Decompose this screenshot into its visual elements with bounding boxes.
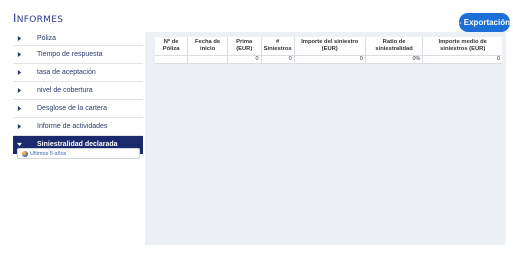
column-header[interactable]: Importe del siniestro (EUR) — [294, 37, 366, 56]
sidebar-item-desglose-de-la-cartera[interactable]: Desglose de la cartera — [13, 100, 143, 118]
sidebar-item-label: nivel de cobertura — [37, 87, 93, 94]
column-header[interactable]: Fecha de inicio — [187, 37, 228, 56]
column-header[interactable]: Nº de Póliza — [155, 37, 189, 56]
sidebar: Póliza Tiempo de respuesta tasa de acept… — [13, 32, 143, 154]
caret-right-icon — [17, 70, 25, 75]
sidebar-item-nivel-de-cobertura[interactable]: nivel de cobertura — [13, 82, 143, 100]
sidebar-item-label: Desglose de la cartera — [37, 105, 108, 112]
column-header[interactable]: Importe medio de siniestros (EUR) — [422, 37, 502, 56]
period-filter[interactable]: Ultimos 5 años — [17, 148, 140, 159]
sidebar-item-label: Póliza — [37, 35, 57, 42]
globe-icon — [22, 150, 28, 157]
sidebar-item-label: Siniestralidad declarada — [37, 141, 118, 148]
table-cell — [155, 55, 189, 64]
sidebar-item-informe-de-actividades[interactable]: Informe de actividades — [13, 118, 143, 136]
table-cell: 0 — [261, 55, 295, 64]
caret-right-icon — [17, 36, 25, 41]
table-cell: 0 — [294, 55, 366, 64]
table-row: 0 0 0 0% 0 — [155, 55, 502, 64]
caret-right-icon — [17, 124, 25, 129]
caret-right-icon — [17, 52, 25, 57]
caret-right-icon — [17, 106, 25, 111]
claims-table: Nº de Póliza Fecha de inicio Prima (EUR)… — [155, 37, 502, 64]
table-cell: 0% — [365, 55, 424, 64]
page-header: INFORMES Exportación — [0, 0, 513, 32]
table-header-row: Nº de Póliza Fecha de inicio Prima (EUR)… — [155, 37, 502, 56]
period-filter-label: Ultimos 5 años — [30, 150, 67, 157]
sidebar-item-poliza[interactable]: Póliza — [13, 32, 143, 46]
column-header[interactable]: Prima (EUR) — [227, 37, 262, 56]
table-cell: 0 — [422, 55, 502, 64]
export-button[interactable]: Exportación — [459, 13, 510, 32]
caret-right-icon — [17, 88, 25, 93]
table-cell: 0 — [227, 55, 262, 64]
sidebar-item-label: tasa de aceptación — [37, 69, 96, 76]
report-panel: Nº de Póliza Fecha de inicio Prima (EUR)… — [145, 32, 506, 245]
table-cell — [187, 55, 228, 64]
sidebar-item-tiempo-de-respuesta[interactable]: Tiempo de respuesta — [13, 46, 143, 64]
sidebar-item-label: Informe de actividades — [37, 123, 108, 130]
column-header[interactable]: Ratio de siniestralidad — [365, 37, 424, 56]
page-title-rest: NFORMES — [16, 15, 64, 25]
sidebar-item-label: Tiempo de respuesta — [37, 51, 103, 58]
page-title: INFORMES — [13, 11, 63, 25]
caret-down-icon — [17, 142, 25, 147]
arrow-right-icon — [459, 21, 462, 24]
sidebar-item-tasa-de-aceptacion[interactable]: tasa de aceptación — [13, 64, 143, 82]
export-label: Exportación — [463, 18, 510, 27]
column-header[interactable]: # Siniestros — [261, 37, 295, 56]
